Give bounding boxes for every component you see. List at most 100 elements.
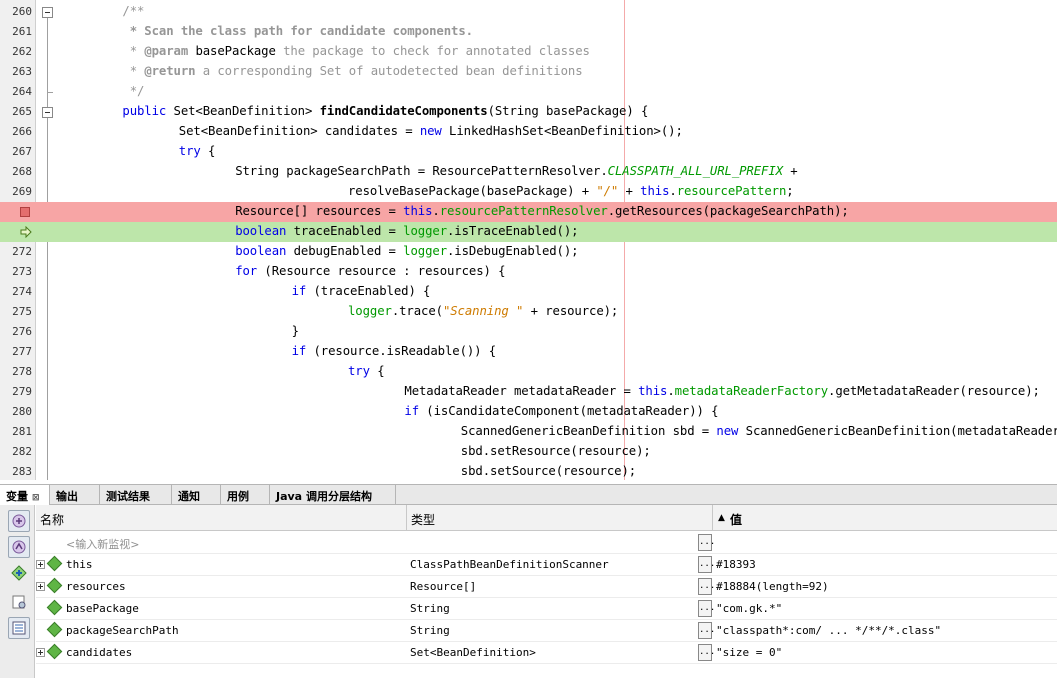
code-text[interactable]: if (isCandidateComponent(metadataReader)…	[404, 404, 718, 418]
code-line[interactable]: 267 try {	[0, 142, 1057, 162]
code-text[interactable]: try {	[179, 144, 216, 158]
line-number[interactable]: 282	[0, 445, 32, 458]
tab-java-call-hierarchy[interactable]: Java 调用分层结构	[270, 485, 396, 505]
fold-icon[interactable]	[42, 107, 53, 118]
add-watch-icon[interactable]	[8, 562, 30, 584]
tab-notifications[interactable]: 通知	[172, 485, 221, 505]
code-line[interactable]: 266 Set<BeanDefinition> candidates = new …	[0, 122, 1057, 142]
code-text[interactable]: sbd.setResource(resource);	[461, 444, 651, 458]
variable-row[interactable]: resources Resource[]... #18884(length=92)	[36, 576, 1057, 598]
code-line[interactable]: 277 if (resource.isReadable()) {	[0, 342, 1057, 362]
value-editor-button[interactable]: ...	[698, 556, 715, 573]
code-text[interactable]: boolean debugEnabled = logger.isDebugEna…	[235, 244, 578, 258]
code-line[interactable]: 280 if (isCandidateComponent(metadataRead…	[0, 402, 1057, 422]
close-tab-icon[interactable]: ⊠	[32, 493, 40, 503]
value-editor-button[interactable]: ...	[698, 600, 715, 617]
line-number[interactable]: 278	[0, 365, 32, 378]
line-number[interactable]: 281	[0, 425, 32, 438]
line-number[interactable]: 274	[0, 285, 32, 298]
code-text[interactable]: * @return a corresponding Set of autodet…	[122, 64, 583, 78]
variable-value[interactable]: "com.gk.*"	[716, 602, 782, 615]
value-editor-button[interactable]: ...	[698, 534, 715, 551]
variable-value[interactable]: #18884(length=92)	[716, 580, 829, 593]
expand-icon[interactable]	[36, 648, 45, 657]
variable-value[interactable]: #18393	[716, 558, 756, 571]
show-inherited-icon[interactable]	[8, 536, 30, 558]
line-number[interactable]: 267	[0, 145, 32, 158]
line-number[interactable]: 280	[0, 405, 32, 418]
code-line[interactable]: 263 * @return a corresponding Set of aut…	[0, 62, 1057, 82]
code-line[interactable]: 279 MetadataReader metadataReader = this.…	[0, 382, 1057, 402]
code-line[interactable]: 274 if (traceEnabled) {	[0, 282, 1057, 302]
code-text[interactable]: String packageSearchPath = ResourcePatte…	[235, 164, 797, 178]
code-line[interactable]: 272 boolean debugEnabled = logger.isDebug…	[0, 242, 1057, 262]
code-line[interactable]: 268 String packageSearchPath = ResourcePa…	[0, 162, 1057, 182]
code-editor[interactable]: 260 /** 261 * Scan the class path for cand…	[0, 0, 1057, 480]
code-text[interactable]: resolveBasePackage(basePackage) + "/" + …	[348, 184, 794, 198]
expand-icon[interactable]	[36, 582, 45, 591]
line-number[interactable]: 265	[0, 105, 32, 118]
value-editor-button[interactable]: ...	[698, 644, 715, 661]
code-text[interactable]: if (resource.isReadable()) {	[292, 344, 497, 358]
code-text[interactable]: * @param basePackage the package to chec…	[122, 44, 590, 58]
code-text[interactable]: logger.trace("Scanning " + resource);	[348, 304, 618, 318]
code-line[interactable]: 283 sbd.setSource(resource);	[0, 462, 1057, 480]
line-number[interactable]: 277	[0, 345, 32, 358]
variable-row[interactable]: basePackage String... "com.gk.*"	[36, 598, 1057, 620]
line-number[interactable]: 283	[0, 465, 32, 478]
code-text[interactable]: try {	[348, 364, 385, 378]
code-line[interactable]: 273 for (Resource resource : resources) {	[0, 262, 1057, 282]
code-text[interactable]: for (Resource resource : resources) {	[235, 264, 505, 278]
variables-table[interactable]: 名称 类型 ▲ 值 <输入新监视> ... this ClassPathBeanD…	[36, 505, 1057, 678]
variable-row[interactable]: candidates Set<BeanDefinition>... "size = …	[36, 642, 1057, 664]
line-number[interactable]: 279	[0, 385, 32, 398]
code-text[interactable]: Resource[] resources = this.resourcePatt…	[235, 204, 849, 218]
breakpoint-icon[interactable]	[20, 207, 30, 217]
line-number[interactable]: 264	[0, 85, 32, 98]
line-number[interactable]: 269	[0, 185, 32, 198]
code-text[interactable]: public Set<BeanDefinition> findCandidate…	[122, 104, 648, 118]
code-text[interactable]: */	[122, 84, 145, 98]
code-line[interactable]: 265 public Set<BeanDefinition> findCandid…	[0, 102, 1057, 122]
code-line[interactable]: 275 logger.trace("Scanning " + resource);	[0, 302, 1057, 322]
code-text[interactable]: if (traceEnabled) {	[292, 284, 431, 298]
line-number[interactable]: 260	[0, 5, 32, 18]
value-editor-button[interactable]: ...	[698, 578, 715, 595]
variable-value[interactable]: "size = 0"	[716, 646, 782, 659]
variable-row[interactable]: this ClassPathBeanDefinitionScanner... #18…	[36, 554, 1057, 576]
line-number[interactable]: 272	[0, 245, 32, 258]
line-number[interactable]: 276	[0, 325, 32, 338]
evaluate-expression-icon[interactable]	[8, 591, 30, 613]
tab-test-results[interactable]: 测试结果	[100, 485, 172, 505]
column-value-header[interactable]: 值	[730, 511, 742, 528]
code-line[interactable]: boolean traceEnabled = logger.isTraceEna…	[0, 222, 1057, 242]
code-text[interactable]: MetadataReader metadataReader = this.met…	[404, 384, 1040, 398]
code-line[interactable]: 269 resolveBasePackage(basePackage) + "/"…	[0, 182, 1057, 202]
code-line[interactable]: 262 * @param basePackage the package to …	[0, 42, 1057, 62]
code-text[interactable]: }	[292, 324, 299, 338]
line-number[interactable]: 273	[0, 265, 32, 278]
code-line[interactable]: 281 ScannedGenericBeanDefinition sbd = ne…	[0, 422, 1057, 442]
new-watch-placeholder[interactable]: <输入新监视>	[66, 536, 139, 552]
code-text[interactable]: * Scan the class path for candidate comp…	[122, 24, 473, 38]
column-separator[interactable]	[712, 505, 713, 531]
line-number[interactable]: 266	[0, 125, 32, 138]
code-line[interactable]: 260 /**	[0, 2, 1057, 22]
code-text[interactable]: sbd.setSource(resource);	[461, 464, 636, 478]
value-editor-button[interactable]: ...	[698, 622, 715, 639]
line-number[interactable]: 275	[0, 305, 32, 318]
code-line[interactable]: 278 try {	[0, 362, 1057, 382]
line-number[interactable]: 261	[0, 25, 32, 38]
code-line[interactable]: 261 * Scan the class path for candidate …	[0, 22, 1057, 42]
code-text[interactable]: Set<BeanDefinition> candidates = new Lin…	[179, 124, 683, 138]
code-text[interactable]: boolean traceEnabled = logger.isTraceEna…	[235, 224, 578, 238]
variable-row[interactable]: packageSearchPath String... "classpath*:co…	[36, 620, 1057, 642]
column-separator[interactable]	[406, 505, 407, 531]
code-text[interactable]: /**	[122, 4, 144, 18]
code-line[interactable]: 282 sbd.setResource(resource);	[0, 442, 1057, 462]
expand-icon[interactable]	[36, 560, 45, 569]
column-name-header[interactable]: 名称	[40, 511, 64, 528]
line-number[interactable]: 263	[0, 65, 32, 78]
column-type-header[interactable]: 类型	[411, 511, 435, 528]
code-line[interactable]: 264 */	[0, 82, 1057, 102]
